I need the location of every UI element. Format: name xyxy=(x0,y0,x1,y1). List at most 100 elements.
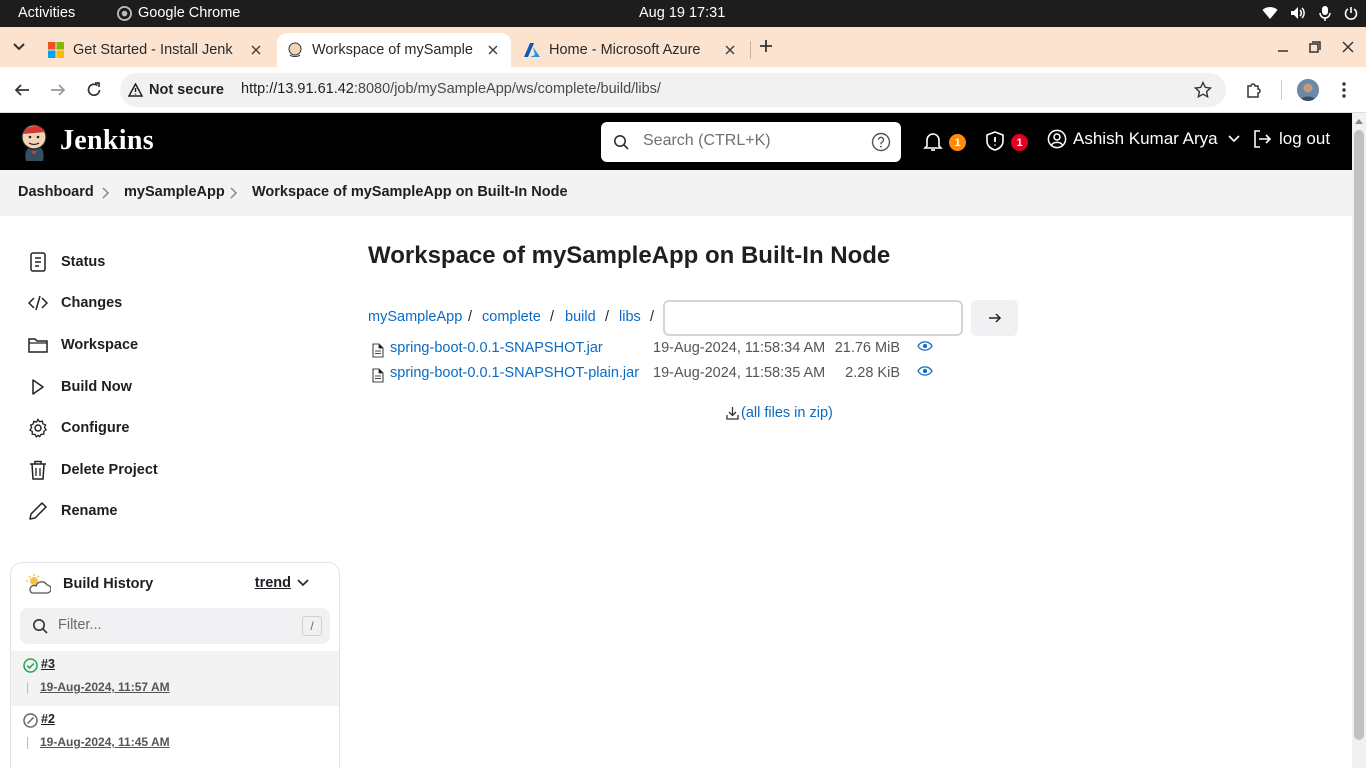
view-eye-icon[interactable] xyxy=(917,365,933,377)
bookmark-button[interactable] xyxy=(1194,81,1212,99)
path-separator: / xyxy=(550,309,555,325)
build-row[interactable]: #3 19-Aug-2024, 11:57 AM xyxy=(11,651,339,706)
shield-icon[interactable] xyxy=(984,130,1006,152)
bell-icon[interactable] xyxy=(922,130,944,152)
trend-label: trend xyxy=(254,575,291,591)
back-button[interactable] xyxy=(12,80,32,100)
build-row[interactable]: #2 19-Aug-2024, 11:45 AM xyxy=(11,706,339,761)
sidebar-item-label: Rename xyxy=(61,503,118,519)
close-icon[interactable] xyxy=(485,42,501,58)
sidebar-item-label: Configure xyxy=(61,420,130,436)
tab-workspace[interactable]: Workspace of mySample xyxy=(277,33,511,67)
address-bar[interactable]: Not secure http://13.91.61.42:8080/job/m… xyxy=(120,73,1226,107)
tab-separator xyxy=(750,41,751,59)
profile-avatar[interactable] xyxy=(1297,79,1319,101)
warning-icon xyxy=(128,83,143,97)
minimize-icon xyxy=(1277,41,1289,53)
microsoft-icon xyxy=(48,42,64,58)
search-box[interactable]: Search (CTRL+K) xyxy=(601,122,901,162)
scrollbar-thumb[interactable] xyxy=(1354,130,1364,740)
os-top-bar: Activities Google Chrome Aug 19 17:31 xyxy=(0,0,1366,27)
browser-toolbar: Not secure http://13.91.61.42:8080/job/m… xyxy=(0,67,1366,113)
page-title: Workspace of mySampleApp on Built-In Nod… xyxy=(368,242,891,269)
path-link-mysampleapp[interactable]: mySampleApp xyxy=(368,309,462,325)
path-link-build[interactable]: build xyxy=(565,309,596,325)
path-link-complete[interactable]: complete xyxy=(482,309,541,325)
restore-button[interactable] xyxy=(1307,39,1323,55)
timeline-bar xyxy=(27,737,28,749)
close-icon[interactable] xyxy=(722,42,738,58)
sidebar-item-label: Workspace xyxy=(61,337,139,353)
weather-cloudy-icon xyxy=(25,573,51,595)
path-link-libs[interactable]: libs xyxy=(619,309,641,325)
trend-link[interactable]: trend xyxy=(255,575,309,591)
jenkins-logo[interactable] xyxy=(18,121,50,163)
path-pattern-input[interactable] xyxy=(663,300,963,336)
sidebar-item-label: Delete Project xyxy=(61,462,158,478)
build-number[interactable]: #2 xyxy=(41,712,55,726)
zip-label[interactable]: (all files in zip) xyxy=(741,405,833,421)
app-menu[interactable]: Google Chrome xyxy=(117,5,240,21)
minimize-button[interactable] xyxy=(1275,39,1291,55)
breadcrumb-current[interactable]: Workspace of mySampleApp on Built-In Nod… xyxy=(252,184,568,200)
go-button[interactable] xyxy=(971,300,1018,336)
chrome-menu-button[interactable] xyxy=(1334,80,1354,100)
close-icon[interactable] xyxy=(248,42,264,58)
forward-button[interactable] xyxy=(48,80,68,100)
search-input[interactable]: Search (CTRL+K) xyxy=(643,132,771,150)
sidebar-item-workspace[interactable]: Workspace xyxy=(28,335,138,355)
sidebar-item-changes[interactable]: Changes xyxy=(28,293,122,313)
new-tab-button[interactable] xyxy=(758,38,774,54)
page-scrollbar[interactable] xyxy=(1352,113,1366,768)
tab-title: Home - Microsoft Azure xyxy=(549,42,701,58)
file-link[interactable]: spring-boot-0.0.1-SNAPSHOT-plain.jar xyxy=(390,365,639,381)
chrome-icon xyxy=(117,5,132,21)
microphone-icon xyxy=(1318,5,1332,21)
tab-title: Workspace of mySample xyxy=(312,42,473,58)
breadcrumb-dashboard[interactable]: Dashboard xyxy=(18,184,94,200)
power-icon xyxy=(1344,6,1358,20)
volume-icon xyxy=(1290,6,1306,20)
security-badge: 1 xyxy=(1011,134,1028,151)
logout-button[interactable]: log out xyxy=(1252,129,1330,149)
timeline-bar xyxy=(27,682,28,694)
sidebar-item-delete-project[interactable]: Delete Project xyxy=(28,460,158,480)
tab-search-button[interactable] xyxy=(8,37,30,57)
breadcrumb: Dashboard mySampleApp Workspace of mySam… xyxy=(0,170,1352,216)
sidebar-item-status[interactable]: Status xyxy=(28,252,105,272)
tab-azure[interactable]: Home - Microsoft Azure xyxy=(514,33,748,67)
download-zip-link[interactable]: (all files in zip) xyxy=(726,405,833,421)
build-number[interactable]: #3 xyxy=(41,657,55,671)
notification-badge: 1 xyxy=(949,134,966,151)
system-tray[interactable] xyxy=(1262,5,1358,21)
help-icon[interactable] xyxy=(871,132,891,152)
not-built-icon xyxy=(23,713,38,728)
kebab-menu-icon xyxy=(1342,82,1346,98)
build-date[interactable]: 19-Aug-2024, 11:45 AM xyxy=(40,735,170,749)
file-link[interactable]: spring-boot-0.0.1-SNAPSHOT.jar xyxy=(390,340,603,356)
view-eye-icon[interactable] xyxy=(917,340,933,352)
search-icon xyxy=(613,134,629,150)
build-date[interactable]: 19-Aug-2024, 11:57 AM xyxy=(40,680,170,694)
tab-get-started[interactable]: Get Started - Install Jenk xyxy=(38,33,274,67)
sidebar-item-rename[interactable]: Rename xyxy=(28,501,117,521)
file-date: 19-Aug-2024, 11:58:34 AM xyxy=(653,340,826,356)
sidebar-item-build-now[interactable]: Build Now xyxy=(28,377,132,397)
security-chip[interactable]: Not secure xyxy=(128,78,224,102)
extensions-button[interactable] xyxy=(1244,80,1264,100)
build-filter-input[interactable]: Filter... / xyxy=(20,608,330,644)
url-host: http://13.91.61.42 xyxy=(241,81,354,97)
breadcrumb-job[interactable]: mySampleApp xyxy=(124,184,225,200)
sidebar-item-configure[interactable]: Configure xyxy=(28,418,129,438)
search-icon xyxy=(32,618,48,634)
reload-button[interactable] xyxy=(84,80,104,100)
clock[interactable]: Aug 19 17:31 xyxy=(639,5,725,21)
user-name: Ashish Kumar Arya xyxy=(1073,129,1218,148)
jenkins-brand[interactable]: Jenkins xyxy=(60,125,154,157)
url-text[interactable]: http://13.91.61.42:8080/job/mySampleApp/… xyxy=(241,81,661,97)
user-menu[interactable]: Ashish Kumar Arya xyxy=(1047,129,1240,149)
scroll-up-arrow-icon[interactable] xyxy=(1355,118,1363,124)
window-close-button[interactable] xyxy=(1340,39,1356,55)
activities-button[interactable]: Activities xyxy=(18,5,75,21)
reload-icon xyxy=(86,82,102,98)
